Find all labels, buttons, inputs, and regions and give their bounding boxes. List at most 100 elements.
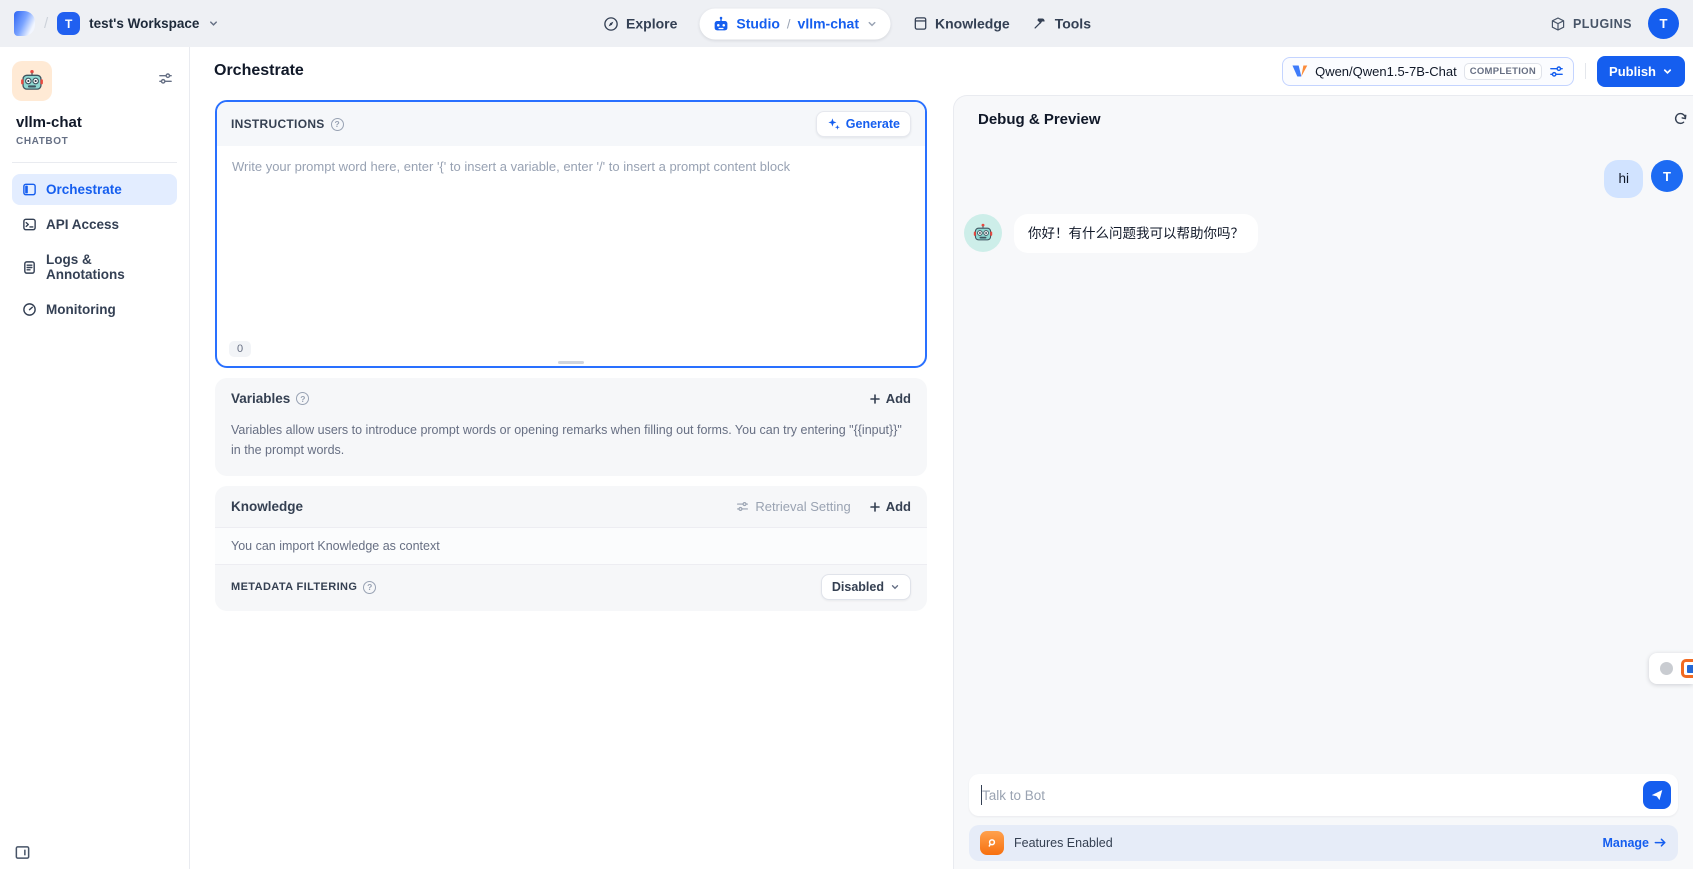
nav-item-tools[interactable]: Tools (1032, 16, 1091, 32)
app-icon[interactable] (12, 61, 52, 101)
tools-icon (1032, 16, 1048, 32)
sparkles-icon (827, 117, 841, 131)
app-screen: / T test's Workspace Explore Studio / vl… (0, 0, 1693, 869)
bot-message-bubble: 你好！有什么问题我可以帮助你吗？ (1014, 214, 1258, 254)
sidebar-item-label: Logs & Annotations (46, 252, 167, 282)
generate-button[interactable]: Generate (816, 111, 911, 137)
knowledge-description: You can import Knowledge as context (215, 527, 927, 565)
instructions-header: INSTRUCTIONS ? Generate (217, 102, 925, 146)
help-icon[interactable]: ? (363, 581, 376, 594)
knowledge-icon (912, 16, 928, 32)
publish-button[interactable]: Publish (1597, 56, 1685, 87)
retrieval-setting-label: Retrieval Setting (755, 499, 850, 514)
metadata-filtering-row: METADATA FILTERING ? Disabled (215, 565, 927, 611)
restart-conversation-icon[interactable] (1673, 111, 1688, 126)
header-divider (1585, 63, 1586, 79)
sidebar-item-label: API Access (46, 217, 119, 232)
vllm-logo-icon (1292, 65, 1308, 77)
floating-extension-widget[interactable] (1649, 653, 1693, 684)
metadata-filtering-value: Disabled (832, 580, 884, 594)
chevron-down-icon (890, 582, 900, 592)
sidebar-item-monitoring[interactable]: Monitoring (12, 294, 177, 325)
sidebar-item-logs-annotations[interactable]: Logs & Annotations (12, 244, 177, 290)
send-button[interactable] (1643, 781, 1671, 809)
app-body: vllm-chat CHATBOT Orchestrate API Access (0, 47, 1693, 869)
extension-logo-icon[interactable] (1681, 659, 1693, 678)
nav-item-studio[interactable]: Studio / vllm-chat (699, 8, 890, 39)
orchestrate-icon (22, 182, 37, 197)
tools-label: Tools (1055, 16, 1091, 32)
explore-icon (602, 15, 619, 32)
publish-label: Publish (1609, 64, 1656, 79)
add-label: Add (886, 499, 911, 514)
sidebar-item-label: Monitoring (46, 302, 116, 317)
user-avatar[interactable]: T (1648, 8, 1679, 39)
nav-item-explore[interactable]: Explore (602, 15, 677, 32)
chevron-down-icon (208, 18, 219, 29)
top-nav: / T test's Workspace Explore Studio / vl… (0, 0, 1693, 47)
robot-icon (19, 68, 45, 94)
metadata-filtering-select[interactable]: Disabled (821, 574, 911, 600)
chevron-down-icon[interactable] (866, 18, 877, 29)
nav-center: Explore Studio / vllm-chat Knowledge (602, 8, 1091, 39)
nav-slash-divider: / (44, 15, 48, 32)
workspace-switcher[interactable]: / T test's Workspace (14, 11, 219, 36)
sidebar: vllm-chat CHATBOT Orchestrate API Access (0, 47, 190, 869)
orchestrate-config-panel: INSTRUCTIONS ? Generate Write your promp… (190, 95, 953, 869)
plugins-button[interactable]: PLUGINS (1550, 16, 1632, 32)
help-icon[interactable]: ? (331, 118, 344, 131)
add-label: Add (886, 391, 911, 406)
main-header: Orchestrate Qwen/Qwen1.5-7B-Chat COMPLET… (190, 47, 1693, 95)
model-selector[interactable]: Qwen/Qwen1.5-7B-Chat COMPLETION (1282, 57, 1574, 86)
gauge-icon (22, 302, 37, 317)
chat-input[interactable] (969, 774, 1678, 816)
sidebar-divider (12, 162, 177, 163)
knowledge-label: Knowledge (935, 16, 1010, 32)
help-icon[interactable]: ? (296, 392, 309, 405)
plugins-icon (1550, 16, 1566, 32)
studio-robot-icon (712, 15, 729, 32)
text-caret (981, 785, 982, 805)
instructions-panel: INSTRUCTIONS ? Generate Write your promp… (215, 100, 927, 368)
workspace-name[interactable]: test's Workspace (89, 16, 199, 31)
extension-dot-icon (1660, 662, 1673, 675)
main-body: INSTRUCTIONS ? Generate Write your promp… (190, 95, 1693, 869)
knowledge-section: Knowledge Retrieval Setting Add Yo (215, 486, 927, 611)
features-icon (980, 831, 1004, 855)
instructions-title: INSTRUCTIONS (231, 117, 325, 131)
terminal-icon (22, 217, 37, 232)
debug-preview-panel: Debug & Preview hi T (953, 95, 1693, 869)
user-message-bubble: hi (1604, 160, 1643, 198)
model-tune-icon[interactable] (1549, 64, 1564, 79)
chevron-down-icon (1662, 66, 1673, 77)
prompt-editor[interactable]: Write your prompt word here, enter '{' t… (217, 146, 925, 339)
collapse-sidebar-icon[interactable] (14, 844, 31, 861)
sidebar-item-api-access[interactable]: API Access (12, 209, 177, 240)
model-mode-badge: COMPLETION (1464, 63, 1542, 80)
variables-section: Variables ? Add Variables allow users to… (215, 378, 927, 476)
retrieval-setting-button[interactable]: Retrieval Setting (736, 499, 850, 514)
nav-item-knowledge[interactable]: Knowledge (912, 16, 1010, 32)
manage-features-link[interactable]: Manage (1602, 836, 1667, 850)
char-count-badge: 0 (229, 341, 251, 357)
workspace-avatar: T (57, 12, 80, 35)
sidebar-app-name: vllm-chat (16, 114, 177, 131)
features-label: Features Enabled (1014, 836, 1113, 850)
features-bar: Features Enabled Manage (969, 825, 1678, 861)
chat-message-user: hi T (964, 160, 1683, 198)
app-settings-icon[interactable] (158, 71, 173, 86)
knowledge-header: Knowledge Retrieval Setting Add (215, 486, 927, 527)
add-variable-button[interactable]: Add (869, 391, 911, 406)
header-actions: Qwen/Qwen1.5-7B-Chat COMPLETION Publish (1282, 56, 1685, 87)
studio-slash-divider: / (787, 16, 791, 31)
sidebar-item-orchestrate[interactable]: Orchestrate (12, 174, 177, 205)
studio-app-name[interactable]: vllm-chat (798, 16, 859, 32)
paper-plane-icon (1650, 788, 1664, 802)
manage-label: Manage (1602, 836, 1649, 850)
main-area: Orchestrate Qwen/Qwen1.5-7B-Chat COMPLET… (190, 47, 1693, 869)
sidebar-app-type: CHATBOT (16, 136, 177, 147)
resize-handle[interactable] (558, 361, 584, 364)
chat-input-row (969, 774, 1678, 816)
add-knowledge-button[interactable]: Add (869, 499, 911, 514)
explore-label: Explore (626, 16, 677, 32)
